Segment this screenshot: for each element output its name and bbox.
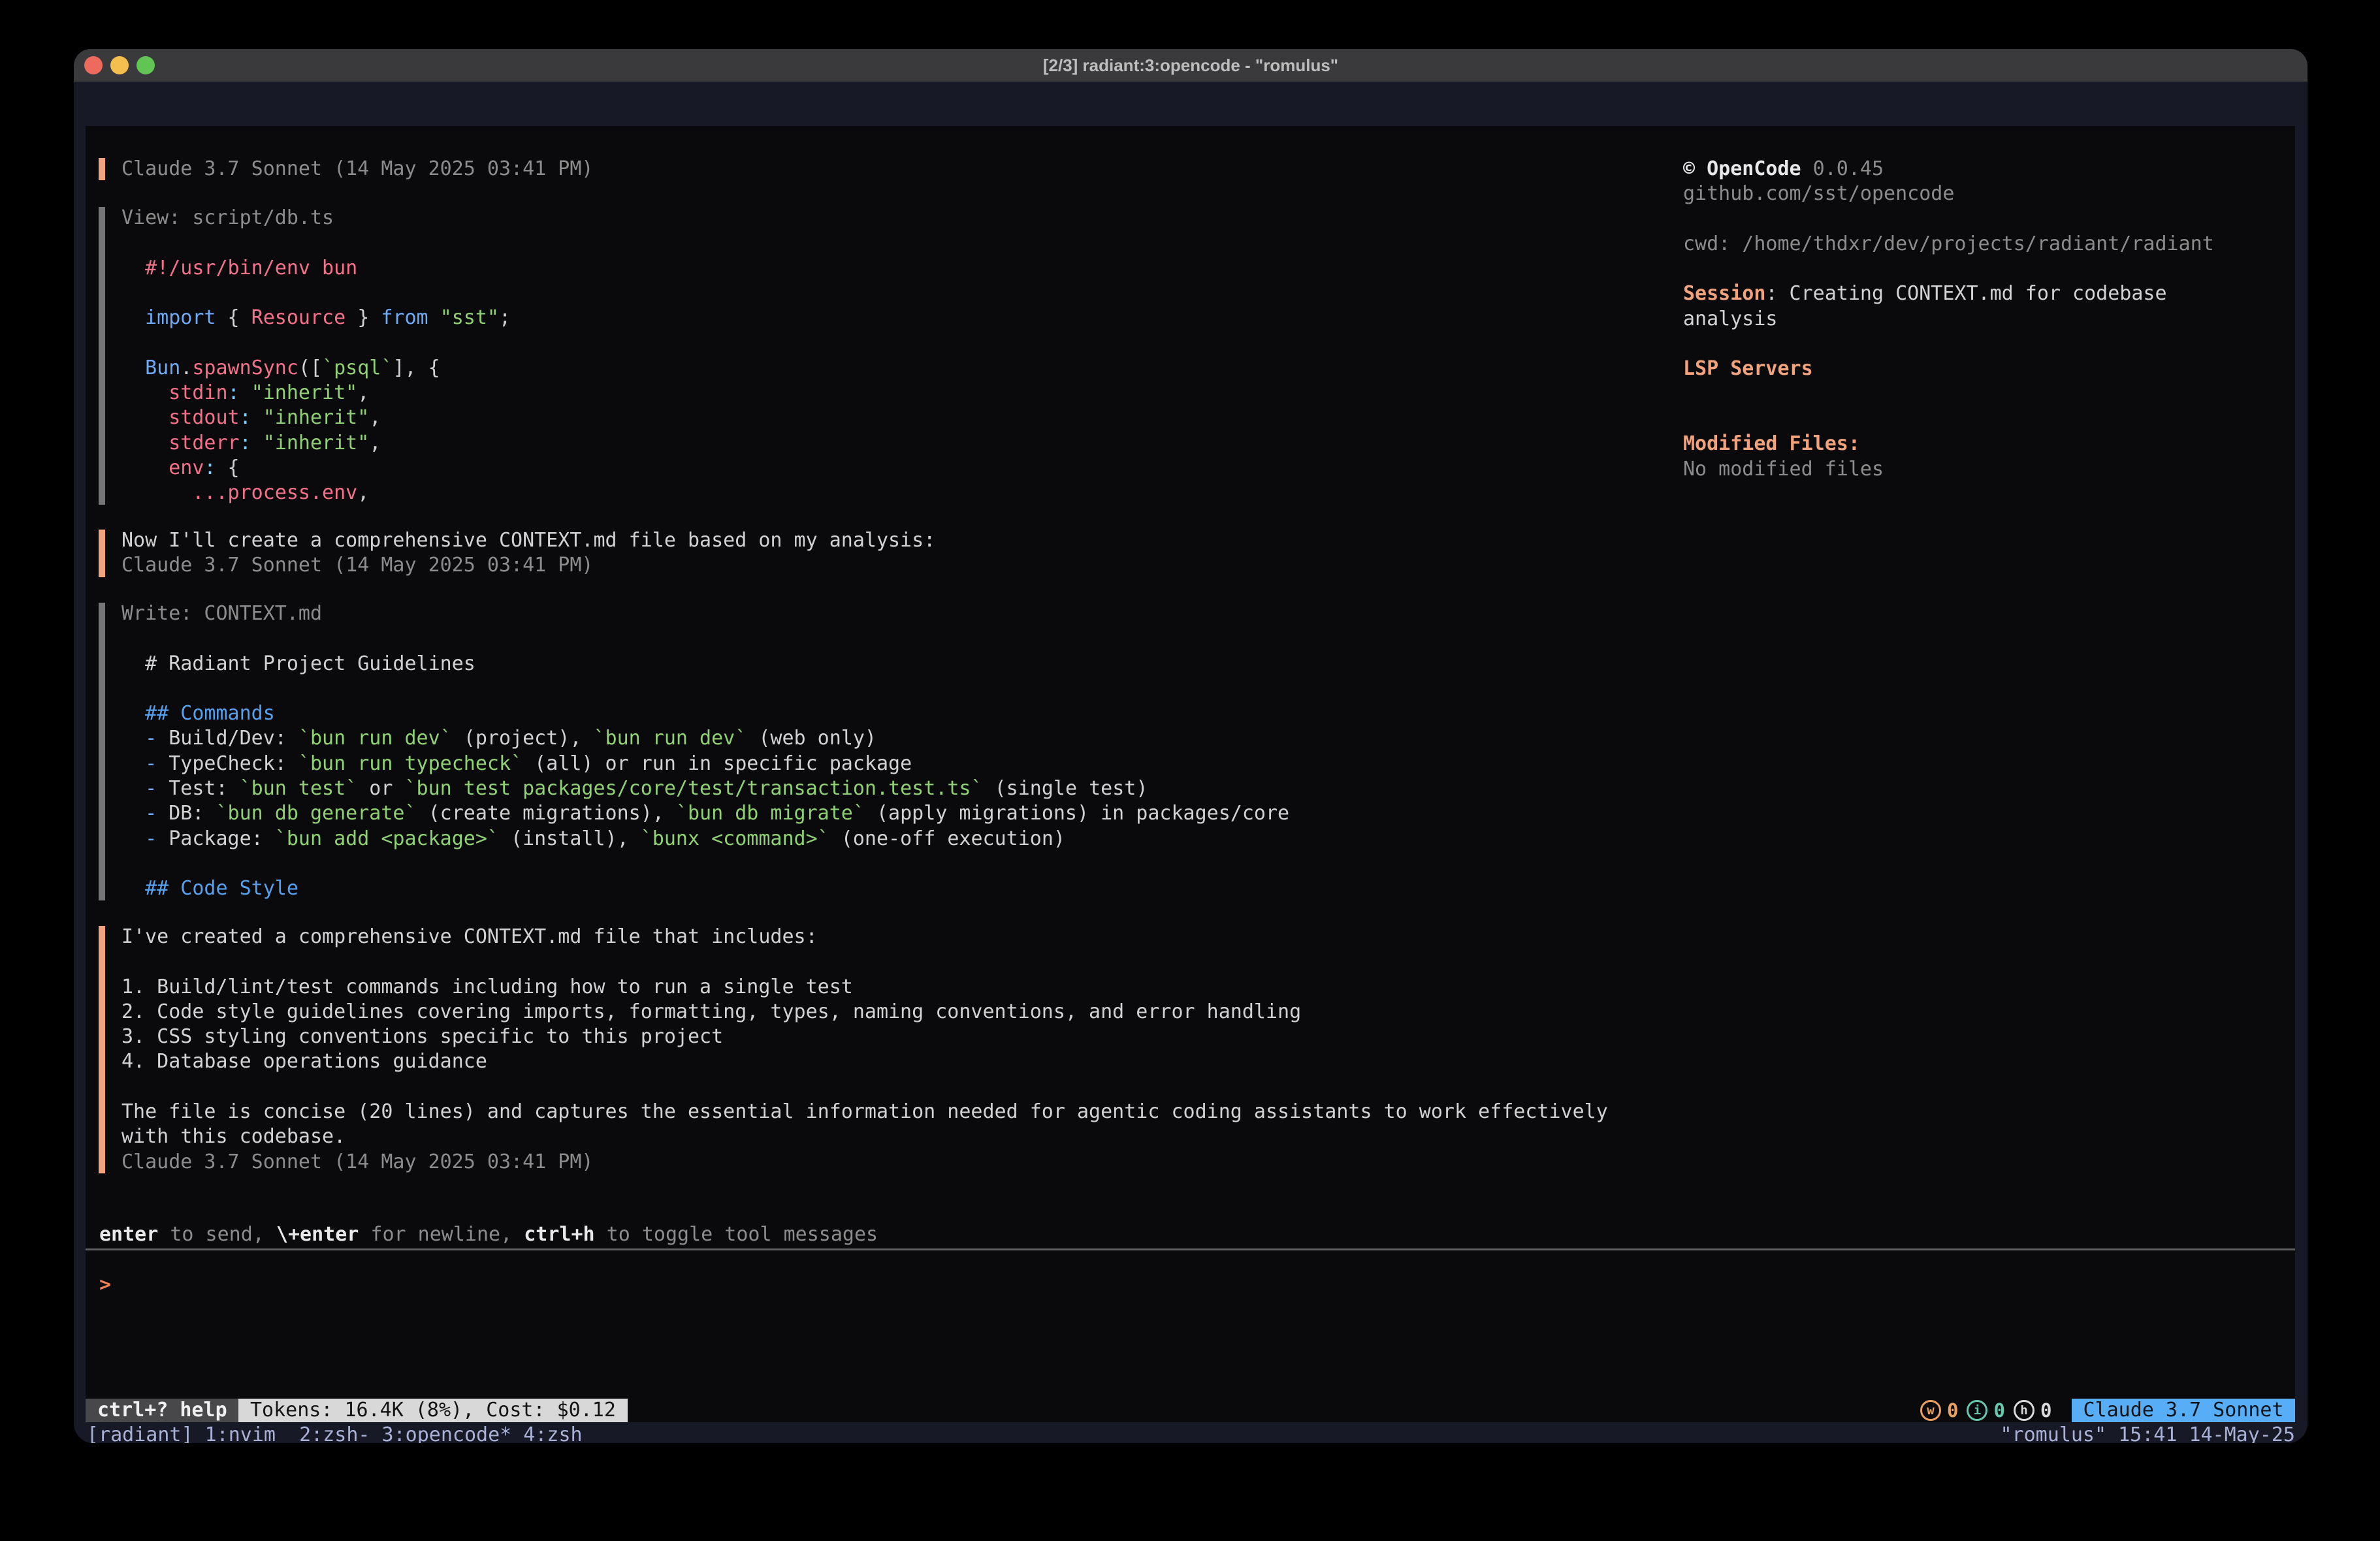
text-line: The file is concise (20 lines) and captu… — [121, 1100, 1608, 1124]
circled-w-icon: w — [1920, 1400, 1941, 1421]
text-line — [121, 626, 1289, 651]
titlebar: [2/3] radiant:3:opencode - "romulus" — [74, 49, 2308, 82]
text-line: 2. Code style guidelines covering import… — [121, 1000, 1608, 1025]
text-line: # Radiant Project Guidelines — [121, 652, 1289, 676]
text-line — [121, 949, 1608, 974]
tool-view-block: View: script/db.ts #!/usr/bin/env bun im… — [99, 206, 511, 506]
text-line: 4. Database operations guidance — [121, 1049, 1608, 1074]
text-line: stdout: "inherit", — [121, 405, 511, 430]
prompt-icon: > — [99, 1273, 111, 1296]
tokens-cost-status: Tokens: 16.4K (8%), Cost: $0.12 — [238, 1399, 628, 1422]
circled-i-icon: i — [1967, 1400, 1987, 1421]
text-line — [1683, 332, 2297, 357]
input-divider — [86, 1248, 2295, 1250]
text-line: analysis — [1683, 307, 2297, 332]
help-badge[interactable]: ctrl+? help — [86, 1399, 239, 1422]
text-line — [121, 330, 511, 355]
counter-value: 0 — [2040, 1399, 2051, 1422]
text-line: View: script/db.ts — [121, 206, 511, 230]
text-line: import { Resource } from "sst"; — [121, 306, 511, 330]
text-line: env: { — [121, 456, 511, 481]
text-line — [121, 1075, 1608, 1100]
text-line: cwd: /home/thdxr/dev/projects/radiant/ra… — [1683, 232, 2297, 257]
tool-write-block: Write: CONTEXT.md # Radiant Project Guid… — [99, 601, 1289, 902]
text-line — [1683, 207, 2297, 232]
sidebar: © OpenCode 0.0.45github.com/sst/opencode… — [1683, 157, 2297, 482]
text-line: 1. Build/lint/test commands including ho… — [121, 975, 1608, 1000]
orange-accent-bar — [99, 926, 105, 1173]
tmux-window-list: [radiant] 1:nvim 2:zsh- 3:opencode* 4:zs… — [87, 1423, 583, 1443]
counter-value: 0 — [1993, 1399, 2004, 1422]
text-line: - Build/Dev: `bun run dev` (project), `b… — [121, 726, 1289, 751]
text-line: Bun.spawnSync([`psql`], { — [121, 356, 511, 381]
orange-accent-bar — [99, 530, 105, 577]
h-counter: h0 — [2014, 1399, 2051, 1422]
text-line: - Test: `bun test` or `bun test packages… — [121, 776, 1289, 801]
message-announce: Now I'll create a comprehensive CONTEXT.… — [99, 528, 935, 579]
text-line: ...process.env, — [121, 481, 511, 505]
text-line — [121, 851, 1289, 876]
text-line: ## Commands — [121, 701, 1289, 726]
terminal-background: Claude 3.7 Sonnet (14 May 2025 03:41 PM)… — [74, 82, 2308, 1443]
zoom-button[interactable] — [137, 56, 155, 74]
minimize-button[interactable] — [110, 56, 129, 74]
text-line — [121, 281, 511, 306]
tmux-session-clock: "romulus" 15:41 14-May-25 — [2000, 1423, 2295, 1443]
text-line: Claude 3.7 Sonnet (14 May 2025 03:41 PM) — [121, 553, 935, 578]
text-line: Claude 3.7 Sonnet (14 May 2025 03:41 PM) — [121, 157, 593, 182]
text-line: stderr: "inherit", — [121, 431, 511, 456]
text-line: LSP Servers — [1683, 357, 2297, 381]
model-badge[interactable]: Claude 3.7 Sonnet — [2072, 1399, 2295, 1422]
text-line: 3. CSS styling conventions specific to t… — [121, 1025, 1608, 1049]
text-line — [121, 230, 511, 255]
orange-accent-bar — [99, 158, 105, 180]
text-line — [1683, 382, 2297, 407]
text-line: © OpenCode 0.0.45 — [1683, 157, 2297, 182]
counter-value: 0 — [1947, 1399, 1958, 1422]
text-line: #!/usr/bin/env bun — [121, 256, 511, 281]
text-line: Modified Files: — [1683, 432, 2297, 456]
text-line: github.com/sst/opencode — [1683, 182, 2297, 206]
status-counters: w0i0h0 — [1920, 1399, 2051, 1422]
text-line: Claude 3.7 Sonnet (14 May 2025 03:41 PM) — [121, 1150, 1608, 1175]
gray-accent-bar — [99, 207, 105, 505]
text-line: I've created a comprehensive CONTEXT.md … — [121, 925, 1608, 949]
text-line: - Package: `bun add <package>` (install)… — [121, 827, 1289, 851]
text-line: - TypeCheck: `bun run typecheck` (all) o… — [121, 752, 1289, 776]
text-line: stdin: "inherit", — [121, 381, 511, 405]
message-header: Claude 3.7 Sonnet (14 May 2025 03:41 PM) — [99, 157, 593, 182]
message-input[interactable]: > — [99, 1272, 2281, 1298]
window-title: [2/3] radiant:3:opencode - "romulus" — [1043, 56, 1338, 76]
terminal-window: Claude 3.7 Sonnet (14 May 2025 03:41 PM)… — [74, 49, 2308, 1443]
text-line: ## Code Style — [121, 876, 1289, 901]
gray-accent-bar — [99, 603, 105, 900]
text-line — [1683, 257, 2297, 281]
text-line — [1683, 407, 2297, 432]
text-line: with this codebase. — [121, 1124, 1608, 1149]
message-summary: I've created a comprehensive CONTEXT.md … — [99, 925, 1608, 1175]
text-line: Session: Creating CONTEXT.md for codebas… — [1683, 281, 2297, 306]
text-line — [121, 676, 1289, 701]
close-button[interactable] — [84, 56, 103, 74]
text-line: Write: CONTEXT.md — [121, 601, 1289, 626]
i-counter: i0 — [1967, 1399, 2004, 1422]
text-line: - DB: `bun db generate` (create migratio… — [121, 801, 1289, 826]
keybinding-help: enter to send, \+enter for newline, ctrl… — [99, 1222, 878, 1247]
w-counter: w0 — [1920, 1399, 1958, 1422]
circled-h-icon: h — [2014, 1400, 2034, 1421]
traffic-lights — [84, 56, 155, 74]
text-line: Now I'll create a comprehensive CONTEXT.… — [121, 528, 935, 553]
text-line: No modified files — [1683, 457, 2297, 482]
